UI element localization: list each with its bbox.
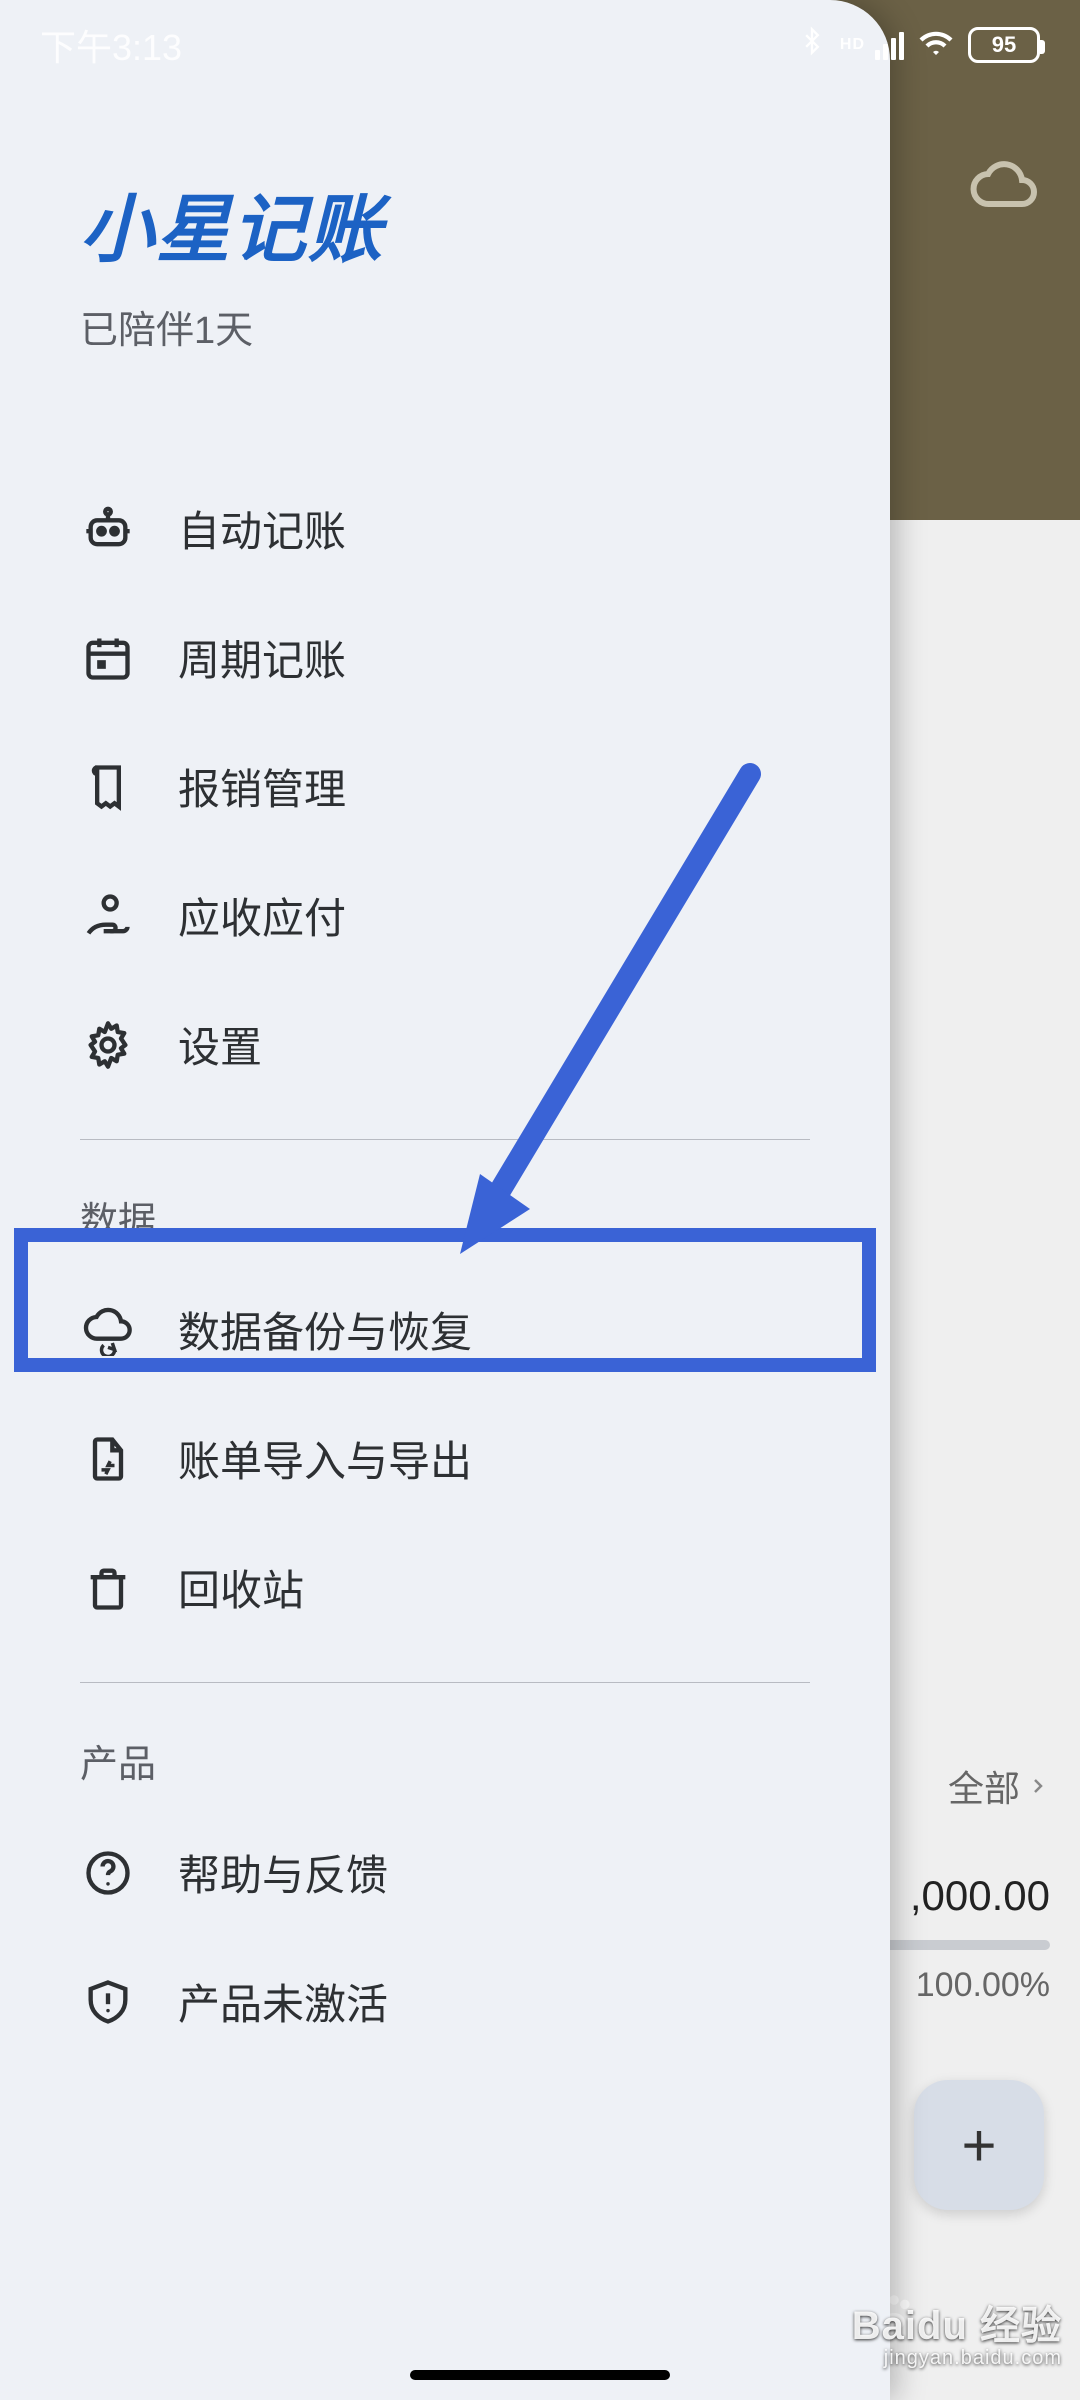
section-product: 产品 [0,1733,890,1788]
menu-label: 数据备份与恢复 [178,1299,472,1360]
file-transfer-icon [80,1431,136,1487]
watermark: Baidu 经验 jingyan.baidu.com [852,2293,1062,2370]
chevron-right-icon [1026,1774,1050,1798]
menu-label: 周期记账 [178,627,346,688]
menu-item-reimburse[interactable]: 报销管理 [0,722,890,851]
robot-icon [80,501,136,557]
menu-label: 自动记账 [178,498,346,559]
receipt-icon [80,759,136,815]
side-drawer: 小星记账 已陪伴1天 自动记账 周期记账 报销管理 [0,0,890,2400]
menu-label: 报销管理 [178,756,346,817]
menu-label: 产品未激活 [178,1971,388,2032]
signal-icon [875,30,904,60]
battery-indicator: 95 [968,27,1040,63]
filter-all[interactable]: 全部 [880,1760,1050,1812]
battery-level: 95 [992,32,1016,58]
brand-block: 小星记账 已陪伴1天 [0,170,890,354]
bluetooth-icon [798,24,826,67]
watermark-sub: jingyan.baidu.com [852,2347,1062,2370]
divider [80,1139,810,1140]
trash-icon [80,1560,136,1616]
hand-coin-icon [80,888,136,944]
percent-value: 100.00% [880,1966,1050,2005]
menu-item-cycle[interactable]: 周期记账 [0,593,890,722]
menu-item-activate[interactable]: 产品未激活 [0,1937,890,2066]
menu-label: 应收应付 [178,885,346,946]
menu-label: 帮助与反馈 [178,1842,388,1903]
menu-label: 回收站 [178,1557,304,1618]
menu-item-help[interactable]: 帮助与反馈 [0,1808,890,1937]
cloud-icon[interactable] [968,150,1040,227]
shield-alert-icon [80,1974,136,2030]
menu-label: 账单导入与导出 [178,1428,472,1489]
cloud-sync-icon [80,1302,136,1358]
menu-item-settings[interactable]: 设置 [0,980,890,1109]
watermark-main: Baidu 经验 [852,2293,1062,2351]
app-title: 小星记账 [80,170,810,277]
divider [80,1682,810,1683]
menu: 自动记账 周期记账 报销管理 应收应付 [0,464,890,2066]
menu-label: 设置 [178,1014,262,1075]
calendar-icon [80,630,136,686]
status-right: HD 95 [798,24,1040,67]
add-fab-button[interactable]: + [914,2080,1044,2210]
plus-icon: + [961,2111,996,2180]
wifi-icon [918,25,954,66]
menu-item-trash[interactable]: 回收站 [0,1523,890,1652]
amount-value: ,000.00 [880,1872,1050,1920]
status-bar: 下午3:13 HD 95 [0,0,1080,90]
screen: 全部 ,000.00 100.00% + 下午3:13 HD 95 小星记账 [0,0,1080,2400]
gear-icon [80,1017,136,1073]
bg-summary-card: 全部 ,000.00 100.00% [880,1740,1080,2025]
app-subtitle: 已陪伴1天 [80,299,810,354]
filter-all-label: 全部 [948,1760,1020,1812]
help-icon [80,1845,136,1901]
status-time: 下午3:13 [40,19,182,71]
menu-item-import[interactable]: 账单导入与导出 [0,1394,890,1523]
menu-item-auto[interactable]: 自动记账 [0,464,890,593]
section-data: 数据 [0,1190,890,1245]
nav-handle[interactable] [410,2370,670,2380]
menu-item-backup[interactable]: 数据备份与恢复 [0,1265,890,1394]
menu-item-receivable[interactable]: 应收应付 [0,851,890,980]
hd-indicator: HD [840,36,865,54]
